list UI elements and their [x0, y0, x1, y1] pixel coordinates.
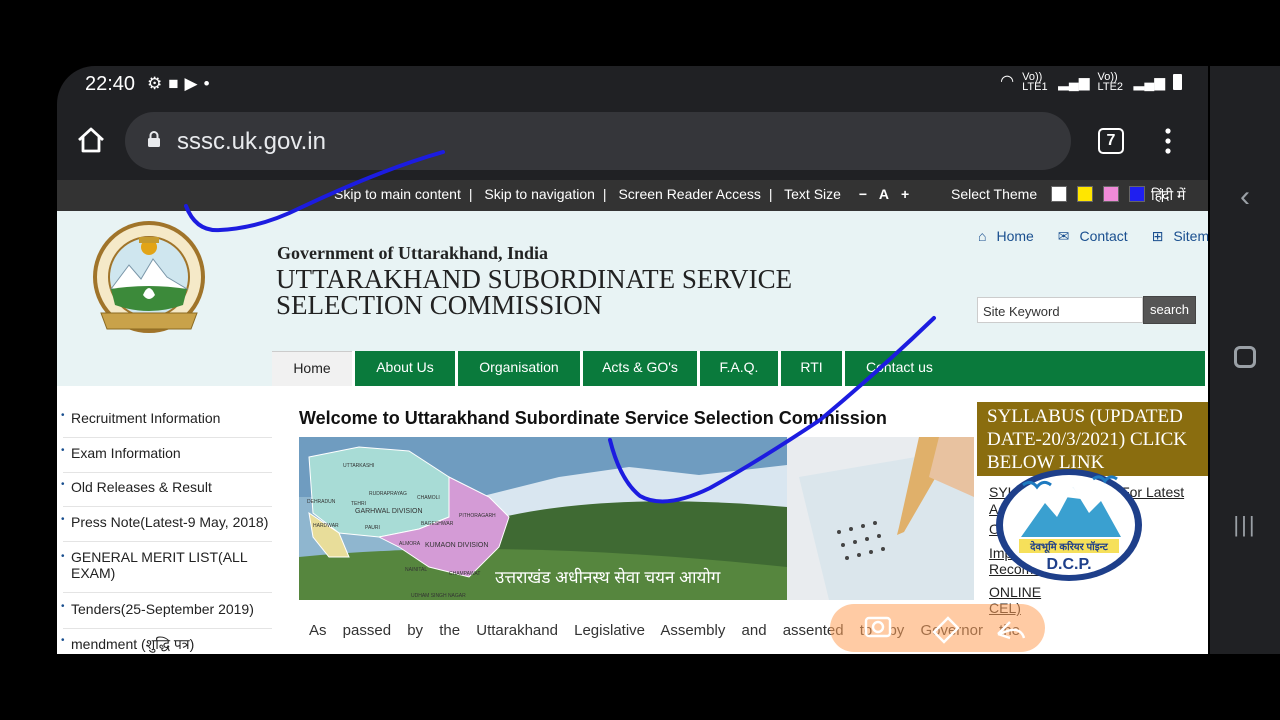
clock: 22:40	[85, 73, 136, 95]
home-icon[interactable]	[75, 124, 107, 156]
search-button[interactable]: search	[1143, 296, 1196, 324]
site-header: Government of Uttarakhand, India UTTARAK…	[57, 211, 1208, 386]
map-label: PAURI	[365, 525, 380, 531]
tab-switcher-button[interactable]: 7	[1098, 128, 1124, 154]
sidebar-item-tenders[interactable]: Tenders(25-September 2019)	[61, 601, 272, 629]
browser-toolbar: sssc.uk.gov.in 7	[57, 108, 1208, 178]
dcp-watermark-logo: देवभूमि करियर पॉइन्ट D.C.P.	[996, 469, 1142, 581]
video-icon: ■	[168, 74, 185, 93]
map-label: GARHWAL DIVISION	[355, 508, 423, 515]
home-nav-icon[interactable]	[1210, 346, 1280, 373]
map-label: DEHRADUN	[307, 499, 336, 505]
language-link[interactable]: हिंदी में	[1151, 186, 1185, 205]
wifi-icon: ◠	[1000, 73, 1015, 90]
welcome-heading: Welcome to Uttarakhand Subordinate Servi…	[299, 408, 887, 428]
map-label: NAINITAL	[405, 567, 427, 573]
map-label: UTTARKASHI	[343, 463, 374, 469]
text-increase-button[interactable]: +	[901, 186, 909, 202]
map-label: UDHAM SINGH NAGAR	[411, 593, 466, 599]
youtube-icon: ▶	[184, 74, 204, 93]
theme-pink-swatch[interactable]	[1102, 186, 1119, 202]
nav-rti[interactable]: RTI	[781, 351, 842, 386]
theme-white-swatch[interactable]	[1051, 186, 1068, 202]
signal-icon: ▂▄▆	[1058, 74, 1090, 90]
theme-blue-swatch[interactable]	[1128, 186, 1145, 202]
nav-organisation[interactable]: Organisation	[458, 351, 580, 386]
url-text: sssc.uk.gov.in	[177, 128, 326, 155]
map-label: BAGESHWAR	[421, 521, 454, 527]
map-label: CHAMPAWAT	[449, 571, 480, 577]
sidebar-item-amendment[interactable]: mendment (शुद्धि पत्र)	[61, 635, 272, 654]
camera-icon[interactable]	[864, 616, 892, 638]
gear-icon: ⚙	[147, 74, 169, 93]
android-nav-panel: ‹ |||	[1210, 66, 1280, 654]
screen-reader-link[interactable]: Screen Reader Access	[618, 186, 760, 202]
theme-yellow-swatch[interactable]	[1076, 186, 1093, 202]
online-link[interactable]: ONLINE	[989, 584, 1199, 601]
sidebar-item-exam-info[interactable]: Exam Information	[61, 445, 272, 473]
address-bar[interactable]: sssc.uk.gov.in	[125, 112, 1071, 170]
dcp-hindi-text: देवभूमि करियर पॉइन्ट	[1029, 540, 1109, 554]
nav-acts-gos[interactable]: Acts & GO's	[583, 351, 697, 386]
status-bar: 22:40 ⚙■▶• ◠ Vo)) LTE1 ▂▄▆ Vo)) LTE2 ▂▄▆	[57, 66, 1208, 102]
back-icon[interactable]: ‹	[1210, 180, 1280, 214]
mail-icon: ✉	[1057, 228, 1070, 244]
sidebar-item-old-releases[interactable]: Old Releases & Result	[61, 479, 272, 507]
commission-banner: UTTARKASHI TEHRI RUDRAPRAYAG CHAMOLI DEH…	[299, 437, 974, 600]
network-1-label: Vo)) LTE1	[1022, 71, 1048, 93]
signal-icon: ▂▄▆	[1133, 74, 1165, 90]
sidebar-item-recruitment[interactable]: Recruitment Information	[61, 410, 272, 438]
gov-name: Government of Uttarakhand, India	[277, 243, 549, 263]
map-label: CHAMOLI	[417, 495, 440, 501]
undo-icon[interactable]	[997, 621, 1026, 640]
banner-title: उत्तराखंड अधीनस्थ सेवा चयन आयोग	[495, 567, 721, 587]
accessibility-bar: Skip to main content | Skip to navigation…	[57, 180, 1208, 211]
text-decrease-button[interactable]: −	[859, 186, 867, 202]
sidebar-menu: Recruitment Information Exam Information…	[57, 386, 272, 654]
header-links: ⌂Home ✉Contact ⊞Sitemap	[978, 228, 1208, 245]
site-search-input[interactable]: Site Keyword	[977, 297, 1143, 323]
eraser-icon[interactable]	[932, 616, 960, 644]
text-reset-button[interactable]: A	[879, 186, 889, 202]
map-label: RUDRAPRAYAG	[369, 491, 407, 497]
recents-icon[interactable]: |||	[1210, 512, 1280, 538]
main-navigation: Home About Us Organisation Acts & GO's F…	[272, 351, 1208, 386]
battery-icon	[1173, 74, 1182, 90]
more-menu-icon[interactable]	[1159, 126, 1177, 156]
home-icon: ⌂	[978, 228, 987, 244]
nav-home[interactable]: Home	[272, 351, 352, 386]
sidebar-item-press-note[interactable]: Press Note(Latest-9 May, 2018)	[61, 514, 272, 542]
map-label: ALMORA	[399, 541, 421, 547]
skip-nav-link[interactable]: Skip to navigation	[484, 186, 595, 202]
nav-contact-us[interactable]: Contact us	[845, 351, 1205, 386]
org-name-line2: SELECTION COMMISSION	[276, 290, 603, 320]
skip-main-link[interactable]: Skip to main content	[334, 186, 461, 202]
dot-icon: •	[203, 74, 216, 93]
header-home-link[interactable]: ⌂ Home	[978, 228, 1044, 244]
network-2-label: Vo)) LTE2	[1097, 71, 1124, 93]
nav-about-us[interactable]: About Us	[355, 351, 455, 386]
map-label: KUMAON DIVISION	[425, 542, 488, 549]
commission-emblem-logo	[93, 221, 205, 333]
lock-icon	[148, 131, 160, 147]
dcp-abbr-text: D.C.P.	[1046, 556, 1091, 573]
header-contact-link[interactable]: ✉ Contact	[1058, 228, 1138, 244]
sidebar-item-merit-list[interactable]: GENERAL MERIT LIST(ALL EXAM)	[61, 549, 272, 593]
text-size-label: Text Size	[784, 186, 841, 202]
header-sitemap-link[interactable]: ⊞Sitemap	[1152, 228, 1208, 244]
map-label: HARDWAR	[313, 523, 339, 529]
map-label: PITHORAGARH	[459, 513, 496, 519]
sitemap-icon: ⊞	[1151, 228, 1164, 244]
banner-image: UTTARKASHI TEHRI RUDRAPRAYAG CHAMOLI DEH…	[299, 437, 974, 600]
screen-recorder-toolbar	[830, 604, 1045, 652]
nav-faq[interactable]: F.A.Q.	[700, 351, 778, 386]
map-label: TEHRI	[351, 501, 366, 507]
theme-label: Select Theme	[951, 186, 1038, 202]
